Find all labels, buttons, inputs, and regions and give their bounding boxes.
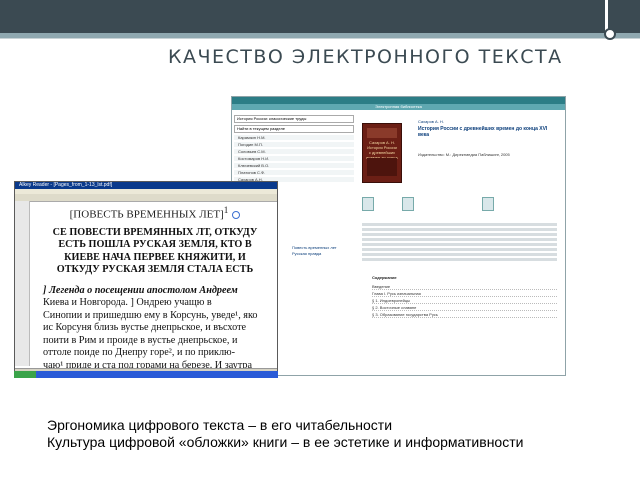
title-line: ОТКУДУ РУСКАЯ ЗЕМЛЯ СТАЛА ЕСТЬ [56,264,254,276]
cursor-ring-icon [232,211,241,220]
sidebar-item[interactable]: Соловьев С.М. [234,149,354,154]
title-line: ЕСТЬ ПОШЛА РУСКАЯ ЗЕМЛЯ, КТО В [58,239,252,251]
sidebar-item[interactable]: Погодин М.П. [234,142,354,147]
page-header-footnote: 1 [223,205,229,215]
library-header-bar [232,97,565,104]
body-line: Киева и Новгорода. ] Ондрею учащю в [43,297,212,309]
caption-line: Культура цифровой «обложки» книги – в ее… [47,434,524,450]
reader-window-title: Alkey Reader - [Pages_from_1-13_lst.pdf] [15,182,277,189]
page-header: [ПОВЕСТЬ ВРЕМЕННЫХ ЛЕТ]1 [33,205,277,221]
reader-icon[interactable] [482,197,494,211]
book-annotation [362,221,557,263]
reader-page: [ПОВЕСТЬ ВРЕМЕННЫХ ЛЕТ]1 СЕ ПОВЕСТИ ВРЕМ… [33,201,277,371]
body-line: оттоле поиде по Днепру горе², и по прикл… [43,347,236,359]
reader-side-panel [15,201,30,366]
title-line: СЕ ПОВЕСТИ ВРЕМЯННЫХ ЛТ, ОТКУДУ [52,226,258,238]
slide-top-bar [0,0,605,33]
start-button[interactable] [14,371,36,378]
title-line: КИЕВЕ НАЧА ПЕРВЕЕ КНЯЖИТИ, И [64,251,246,263]
slide-title: КАЧЕСТВО ЭЛЕКТРОННОГО ТЕКСТА [168,46,563,68]
library-link[interactable]: Русская правда [292,251,337,257]
library-header-title: Электронная библиотека [232,104,565,110]
os-taskbar [14,371,278,378]
reader-screenshot: Alkey Reader - [Pages_from_1-13_lst.pdf]… [14,181,278,378]
sidebar-item[interactable]: Ключевский В.О. [234,163,354,168]
toc-item[interactable]: Введение [372,285,557,290]
toc-item[interactable]: § 2. Восточные славяне [372,306,557,311]
text-title: СЕ ПОВЕСТИ ВРЕМЯННЫХ ЛТ, ОТКУДУ ЕСТЬ ПОШ… [33,227,277,277]
slide-accent-strip [0,33,640,39]
library-search-field[interactable]: Найти в текущем разделе [234,125,354,133]
caption-line: Эргономика цифрового текста – в его чита… [47,417,393,433]
sidebar-item[interactable]: Карамзин Н.М. [234,135,354,140]
book-cover-picture [367,158,397,176]
table-of-contents: Введение Глава I. Русь изначальная § 1. … [372,283,557,320]
book-cover-image [367,128,397,138]
book-author: Сахаров А. Н. [418,119,444,124]
toc-item[interactable]: Глава I. Русь изначальная [372,292,557,297]
sidebar-item[interactable]: Платонов С.Ф. [234,170,354,175]
body-line: ] Легенда о посещении апостолом Андреем [43,284,238,296]
format-icon[interactable] [402,197,414,211]
body-line: ис Корсуня близь вустье днепрьское, и въ… [43,322,247,334]
book-action-icons [362,197,562,217]
body-line: поити в Рим и проиде в вустье днепрьское… [43,334,238,346]
toc-item[interactable]: § 3. Образование государства Русь [372,313,557,318]
library-section-select[interactable]: История России: классические труды [234,115,354,123]
library-links: Повесть временных лет Русская правда [292,245,337,257]
slide-pin-icon [604,28,616,40]
sidebar-item[interactable]: Костомаров Н.И. [234,156,354,161]
book-title: История России с древнейших времен до ко… [418,126,548,138]
body-line: Синопии и пришедшю ему в Корсунь, уведе¹… [43,309,258,321]
slide-caption: Эргономика цифрового текста – в его чита… [47,417,523,451]
toc-heading: Содержание [372,275,397,280]
toc-item[interactable]: § 1. Индоевропейцы [372,299,557,304]
book-cover[interactable]: Сахаров А. Н. История России с древнейши… [362,123,402,183]
book-publisher: Издательство: М.: Директмедиа Паблишинг,… [418,152,510,157]
library-screenshot: Электронная библиотека История России: к… [231,96,566,376]
text-body: ] Легенда о посещении апостолом Андреем … [43,285,271,373]
download-icon[interactable] [362,197,374,211]
page-header-text: [ПОВЕСТЬ ВРЕМЕННЫХ ЛЕТ] [69,208,224,221]
